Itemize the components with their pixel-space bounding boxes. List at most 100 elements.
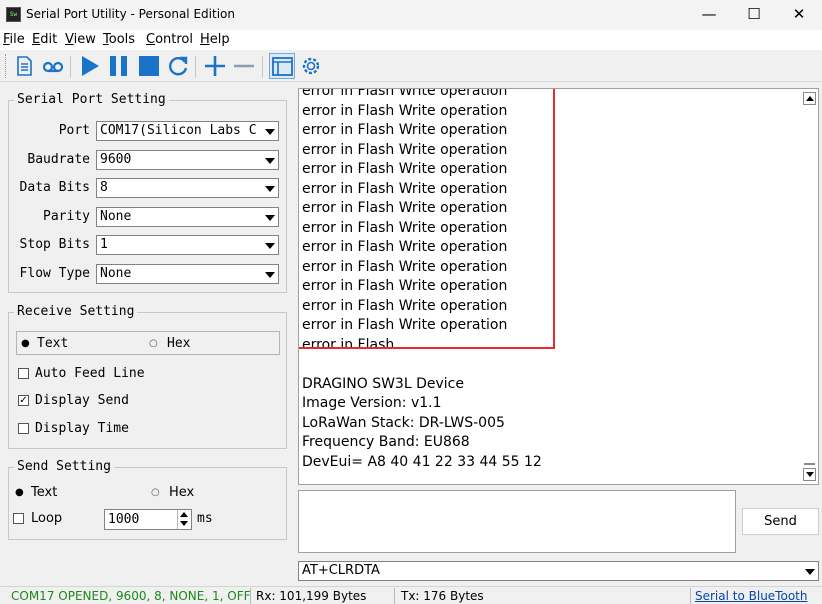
- refresh-icon[interactable]: [165, 53, 191, 79]
- status-separator: [250, 588, 251, 604]
- data-bits-value: 8: [100, 180, 108, 195]
- stepper-up-icon[interactable]: [180, 512, 188, 517]
- receive-text-radio-icon[interactable]: ●: [21, 338, 30, 349]
- scroll-thumb[interactable]: [804, 463, 815, 465]
- menu-control[interactable]: Control: [146, 32, 193, 47]
- parity-label: Parity: [43, 209, 90, 224]
- send-setting-title: Send Setting: [14, 459, 114, 474]
- receive-text-option[interactable]: Text: [37, 336, 68, 351]
- stepper-down-icon[interactable]: [180, 521, 188, 526]
- interval-stepper[interactable]: 1000: [104, 509, 192, 530]
- play-icon[interactable]: [77, 53, 103, 79]
- port-label: Port: [58, 123, 90, 138]
- receive-setting-title: Receive Setting: [14, 304, 138, 319]
- display-time-label[interactable]: Display Time: [35, 421, 129, 436]
- rx-count: Rx: 101,199 Bytes: [256, 589, 367, 603]
- port-status: COM17 OPENED, 9600, 8, NONE, 1, OFF: [11, 589, 251, 603]
- send-button[interactable]: Send: [742, 508, 819, 535]
- chevron-down-icon[interactable]: [262, 122, 278, 140]
- tx-count: Tx: 176 Bytes: [401, 589, 484, 603]
- send-text-radio-icon[interactable]: ●: [15, 487, 24, 498]
- send-input[interactable]: [298, 490, 736, 553]
- auto-feed-line-label[interactable]: Auto Feed Line: [35, 366, 145, 381]
- toolbar-grip: [5, 54, 7, 78]
- baudrate-select[interactable]: 9600: [96, 150, 279, 170]
- menu-tools[interactable]: Tools: [103, 32, 135, 47]
- command-value[interactable]: AT+CLRDTA: [302, 563, 380, 578]
- scroll-up-icon[interactable]: [803, 92, 816, 105]
- stepper-arrows[interactable]: [177, 510, 191, 529]
- send-hex-option[interactable]: Hex: [169, 485, 194, 500]
- window-icon[interactable]: [269, 53, 295, 79]
- record-icon[interactable]: [40, 53, 66, 79]
- interval-unit: ms: [197, 511, 213, 526]
- terminal-line: Image Version: v1.1: [302, 395, 442, 411]
- window-title: Serial Port Utility - Personal Edition: [26, 7, 235, 21]
- stop-bits-select[interactable]: 1: [96, 235, 279, 255]
- menu-help[interactable]: Help: [200, 32, 230, 47]
- serial-to-bluetooth-link[interactable]: Serial to BlueTooth: [695, 589, 807, 603]
- pause-icon[interactable]: [106, 53, 132, 79]
- terminal-line: DRAGINO SW3L Device: [302, 375, 464, 392]
- receive-hex-radio-icon[interactable]: ○: [149, 338, 158, 349]
- flow-type-value: None: [100, 266, 132, 281]
- stop-bits-value: 1: [100, 237, 108, 252]
- status-bar: COM17 OPENED, 9600, 8, NONE, 1, OFF Rx: …: [0, 586, 822, 604]
- maximize-button[interactable]: ☐: [731, 0, 777, 30]
- menu-view[interactable]: View: [65, 32, 96, 47]
- send-text-option[interactable]: Text: [31, 485, 57, 500]
- terminal-line: DevEui= A8 40 41 22 33 44 55 12: [302, 453, 542, 470]
- auto-feed-line-checkbox[interactable]: [18, 368, 29, 379]
- document-icon[interactable]: [11, 53, 37, 79]
- chevron-down-icon[interactable]: [262, 265, 278, 283]
- remove-icon[interactable]: [231, 53, 257, 79]
- close-button[interactable]: ✕: [776, 0, 822, 30]
- app-icon: Sw: [6, 7, 21, 22]
- toolbar: [0, 50, 822, 82]
- chevron-down-icon[interactable]: [262, 179, 278, 197]
- data-bits-label: Data Bits: [19, 180, 90, 195]
- chevron-down-icon[interactable]: [802, 562, 818, 580]
- interval-value[interactable]: 1000: [108, 512, 139, 527]
- parity-select[interactable]: None: [96, 207, 279, 227]
- display-send-label[interactable]: Display Send: [35, 393, 129, 408]
- data-bits-select[interactable]: 8: [96, 178, 279, 198]
- menu-file[interactable]: File: [3, 32, 25, 47]
- flow-type-select[interactable]: None: [96, 264, 279, 284]
- receive-hex-option[interactable]: Hex: [167, 336, 190, 351]
- terminal-line: LoRaWan Stack: DR-LWS-005: [302, 414, 505, 431]
- stop-icon[interactable]: [136, 53, 162, 79]
- terminal-line: Frequency Band: EU868: [302, 434, 470, 450]
- loop-checkbox[interactable]: [13, 513, 24, 524]
- gear-icon[interactable]: [298, 53, 324, 79]
- send-hex-radio-icon[interactable]: ○: [151, 487, 160, 498]
- serial-port-setting-title: Serial Port Setting: [14, 92, 169, 107]
- display-send-checkbox[interactable]: ✓: [18, 395, 29, 406]
- baudrate-value: 9600: [100, 152, 132, 167]
- display-time-checkbox[interactable]: [18, 423, 29, 434]
- flow-type-label: Flow Type: [19, 266, 90, 281]
- command-select[interactable]: AT+CLRDTA: [298, 561, 819, 581]
- minimize-button[interactable]: —: [686, 0, 732, 30]
- chevron-down-icon[interactable]: [262, 236, 278, 254]
- error-highlight-box: [299, 89, 555, 349]
- add-icon[interactable]: [202, 53, 228, 79]
- parity-value: None: [100, 209, 132, 224]
- baudrate-label: Baudrate: [27, 152, 90, 167]
- scroll-down-icon[interactable]: [803, 468, 816, 481]
- chevron-down-icon[interactable]: [262, 151, 278, 169]
- menu-edit[interactable]: Edit: [32, 32, 57, 47]
- title-bar: Sw Serial Port Utility - Personal Editio…: [0, 0, 822, 30]
- chevron-down-icon[interactable]: [262, 208, 278, 226]
- receive-terminal[interactable]: error in Flash Write operation error in F…: [298, 88, 819, 485]
- status-separator: [394, 588, 395, 604]
- stop-bits-label: Stop Bits: [19, 237, 90, 252]
- toolbar-separator: [195, 56, 196, 78]
- port-value: COM17(Silicon Labs C: [100, 123, 257, 138]
- toolbar-separator: [70, 56, 71, 78]
- loop-label[interactable]: Loop: [31, 511, 62, 526]
- status-separator: [690, 588, 691, 604]
- terminal-scrollbar[interactable]: [801, 89, 818, 484]
- port-select[interactable]: COM17(Silicon Labs C: [96, 121, 279, 141]
